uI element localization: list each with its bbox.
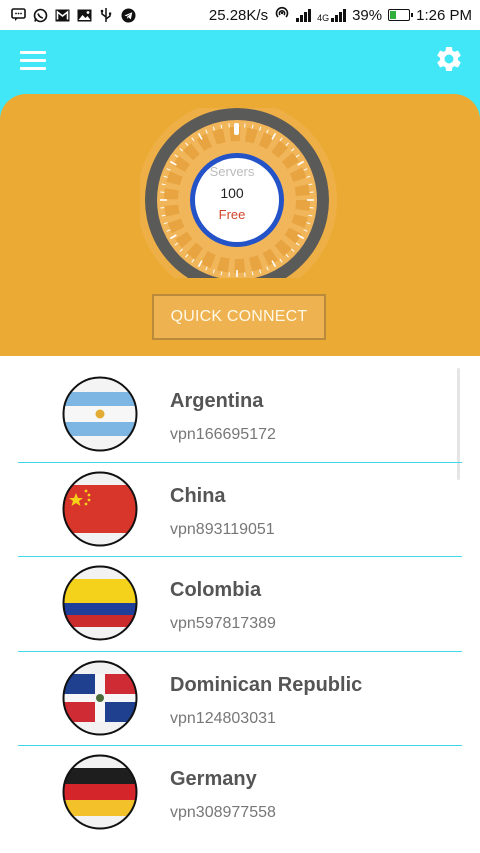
notification-icons [0, 7, 136, 23]
server-id: vpn893119051 [170, 521, 275, 538]
server-country: China [170, 485, 226, 507]
server-row-germany[interactable]: Germany vpn308977558 [18, 734, 462, 830]
server-id: vpn308977558 [170, 804, 276, 821]
signal-icon [296, 8, 312, 22]
china-flag-icon [62, 471, 138, 547]
server-country: Dominican Republic [170, 674, 363, 696]
server-row-argentina[interactable]: Argentina vpn166695172 [18, 356, 462, 452]
battery-level-fill [390, 11, 397, 19]
clock: 1:26 PM [416, 6, 472, 24]
dial-needle [234, 123, 239, 135]
hamburger-menu-icon[interactable] [20, 48, 46, 72]
server-row-dominican-republic[interactable]: Dominican Republic vpn124803031 [18, 640, 462, 736]
system-indicators: 25.28K/s 4G 39% 1:26 PM [209, 5, 480, 25]
app-bar [0, 30, 480, 100]
argentina-flag-icon [62, 376, 138, 452]
gear-icon[interactable] [434, 44, 464, 74]
image-icon [76, 7, 92, 23]
battery-icon [388, 9, 414, 21]
hotspot-icon [274, 5, 290, 25]
telegram-icon [120, 7, 136, 23]
server-country: Argentina [170, 390, 264, 412]
germany-flag-icon [62, 754, 138, 830]
server-list[interactable]: Argentina vpn166695172 China vpn89311905… [0, 356, 480, 853]
server-row-china[interactable]: China vpn893119051 [18, 451, 462, 547]
server-id: vpn124803031 [170, 710, 276, 727]
server-country: Germany [170, 768, 257, 790]
dial-label: Servers [209, 164, 255, 179]
message-icon [10, 7, 26, 23]
dominican-republic-flag-icon [62, 660, 138, 736]
server-row-colombia[interactable]: Colombia vpn597817389 [18, 545, 462, 641]
server-country: Colombia [170, 579, 262, 601]
network-type: 4G [317, 13, 330, 23]
tier-label: Free [218, 207, 246, 222]
status-bar: 25.28K/s 4G 39% 1:26 PM [0, 0, 480, 30]
signal-icon-2 [331, 8, 347, 22]
colombia-flag-icon [62, 565, 138, 641]
dial-readout: Servers 100 Free [192, 158, 272, 222]
server-id: vpn597817389 [170, 615, 276, 632]
gmail-icon [54, 7, 70, 23]
battery-percentage: 39% [352, 6, 383, 24]
server-count: 100 [220, 185, 244, 201]
quick-connect-button[interactable]: QUICK CONNECT [152, 294, 326, 340]
server-id: vpn166695172 [170, 426, 276, 443]
whatsapp-icon [32, 7, 48, 23]
network-speed: 25.28K/s [208, 6, 269, 24]
usb-icon [98, 7, 114, 23]
